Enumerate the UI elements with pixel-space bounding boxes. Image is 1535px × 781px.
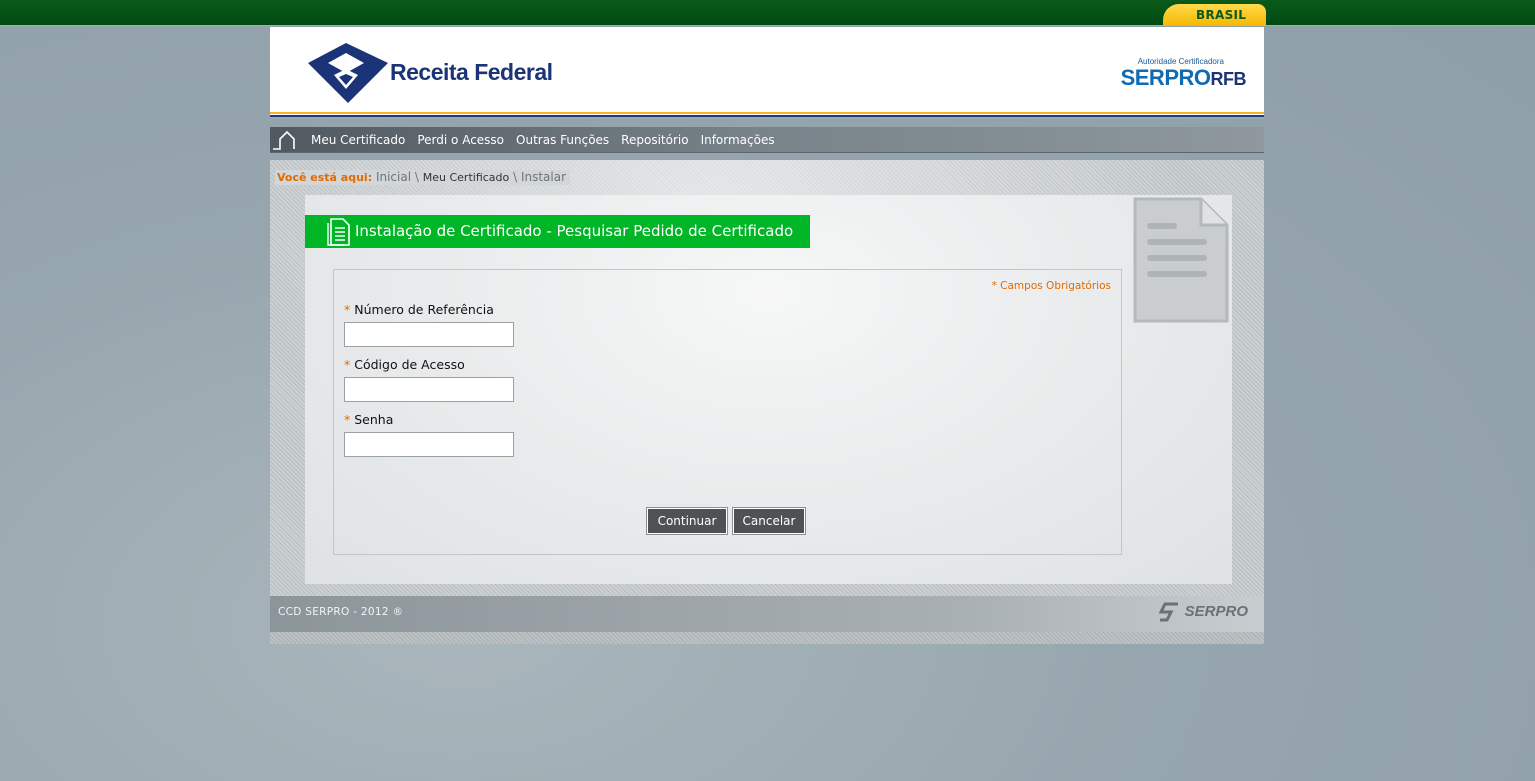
required-star: * (344, 357, 351, 372)
breadcrumb-meu-certificado[interactable]: Meu Certificado (423, 171, 510, 184)
header-stripes (270, 112, 1264, 119)
continue-button[interactable]: Continuar (646, 507, 728, 535)
receita-federal-logo-icon[interactable] (306, 41, 390, 105)
footer-copyright: CCD SERPRO - 2012 ® (278, 606, 404, 618)
breadcrumb-separator: \ (414, 170, 419, 184)
breadcrumb: Você está aqui: Inicial \ Meu Certificad… (275, 170, 571, 185)
nav-item-repositorio[interactable]: Repositório (621, 127, 688, 154)
required-star: * (344, 302, 351, 317)
brasil-link[interactable]: BRASIL (1163, 4, 1266, 26)
nav-item-outras-funcoes[interactable]: Outras Funções (516, 127, 609, 154)
nav-item-perdi-acesso[interactable]: Perdi o Acesso (417, 127, 504, 154)
page-title-text: Instalação de Certificado - Pesquisar Pe… (355, 222, 794, 240)
reference-number-label-text: Número de Referência (354, 302, 494, 317)
access-code-input[interactable] (344, 377, 514, 402)
serpro-brand: SERPRO (1120, 65, 1211, 90)
serpro-s-icon (1159, 602, 1179, 622)
search-form: * Campos Obrigatórios * Número de Referên… (333, 269, 1122, 555)
password-label-text: Senha (354, 412, 394, 427)
password-input[interactable] (344, 432, 514, 457)
footer-serpro-logo-text: SERPRO (1184, 602, 1248, 620)
footer: CCD SERPRO - 2012 ® SERPRO (270, 596, 1264, 632)
content-card: Instalação de Certificado - Pesquisar Pe… (305, 195, 1232, 584)
cancel-button[interactable]: Cancelar (732, 507, 806, 535)
password-label: * Senha (344, 412, 393, 427)
footer-strip (270, 632, 1264, 644)
gov-bar: BRASIL (0, 0, 1535, 26)
nav-list: Meu Certificado Perdi o Acesso Outras Fu… (311, 127, 787, 154)
serpro-rfb-logo: SERPRORFB (1120, 65, 1247, 91)
brand-title: Receita Federal (390, 59, 553, 85)
required-fields-note: * Campos Obrigatórios (991, 280, 1111, 292)
breadcrumb-prefix: Você está aqui: (277, 171, 373, 184)
breadcrumb-instalar: Instalar (520, 170, 567, 184)
main-panel: Você está aqui: Inicial \ Meu Certificad… (270, 160, 1264, 644)
footer-serpro-logo[interactable]: SERPRO (1158, 601, 1248, 623)
main-nav: Meu Certificado Perdi o Acesso Outras Fu… (270, 127, 1264, 153)
rfb-brand: RFB (1210, 69, 1247, 89)
home-icon[interactable] (272, 129, 298, 151)
nav-item-meu-certificado[interactable]: Meu Certificado (311, 127, 405, 154)
breadcrumb-separator: \ (513, 170, 518, 184)
page-title: Instalação de Certificado - Pesquisar Pe… (305, 215, 810, 248)
access-code-label: * Código de Acesso (344, 357, 465, 372)
breadcrumb-inicial[interactable]: Inicial (376, 170, 411, 184)
document-watermark-icon (1133, 197, 1229, 323)
reference-number-label: * Número de Referência (344, 302, 494, 317)
reference-number-input[interactable] (344, 322, 514, 347)
nav-item-informacoes[interactable]: Informações (701, 127, 775, 154)
document-icon (327, 218, 350, 246)
site-header: Receita Federal Autoridade Certificadora… (270, 27, 1264, 119)
access-code-label-text: Código de Acesso (354, 357, 465, 372)
required-star: * (344, 412, 351, 427)
